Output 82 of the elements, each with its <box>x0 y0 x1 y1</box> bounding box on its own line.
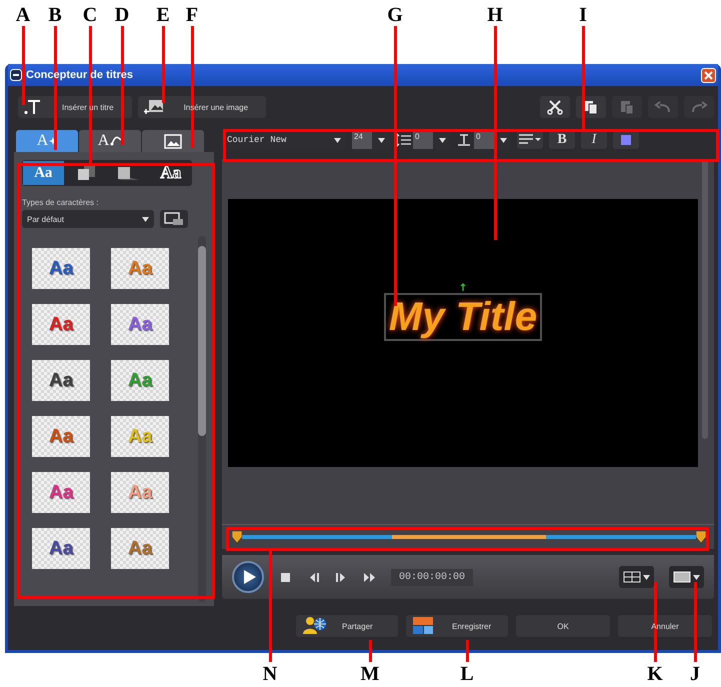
callout-letter: I <box>578 4 588 26</box>
stop-button[interactable] <box>279 570 292 584</box>
out-marker-icon <box>696 531 706 543</box>
copy-icon <box>582 99 600 115</box>
horizontal-scrollbar[interactable] <box>222 515 714 525</box>
app-icon <box>10 69 22 81</box>
vertical-scrollbar[interactable] <box>702 159 708 439</box>
scissors-icon <box>546 99 564 115</box>
save-button[interactable]: Enregistrer <box>406 615 508 637</box>
person-globe-icon <box>302 616 326 636</box>
font-type-dropdown[interactable]: Par défaut <box>22 210 154 228</box>
screen-icon <box>673 571 691 583</box>
callout-letter: M <box>360 663 380 685</box>
cut-button[interactable] <box>540 96 570 118</box>
dialog-button[interactable]: OK <box>516 615 610 637</box>
fast-forward-icon <box>363 570 376 584</box>
stop-icon <box>279 570 292 584</box>
preview-button[interactable] <box>160 210 188 228</box>
layout-dropdown-button[interactable] <box>619 566 654 588</box>
redo-arrow-icon <box>690 99 708 115</box>
font-types-label: Types de caractères : <box>22 198 100 207</box>
undo-arrow-icon <box>654 99 672 115</box>
curve-icon <box>110 136 122 146</box>
text-style-preset[interactable]: Aa <box>111 304 169 345</box>
callout-letter: J <box>689 663 701 685</box>
caret-icon <box>693 574 700 580</box>
caret-icon <box>500 138 507 142</box>
display-dropdown-button[interactable] <box>669 566 704 588</box>
caret-icon <box>142 216 149 222</box>
close-button[interactable] <box>701 68 716 82</box>
caret-icon <box>439 138 446 142</box>
play-button[interactable] <box>232 561 264 593</box>
image-icon <box>144 99 164 115</box>
text-icon <box>24 99 42 115</box>
callout-letter: H <box>486 4 504 26</box>
callout-letter: D <box>114 4 130 26</box>
caret-icon <box>334 138 341 142</box>
windows-panel-icon <box>412 616 436 636</box>
callout-letter: E <box>155 4 171 26</box>
play-icon <box>244 570 256 584</box>
leader-line <box>369 640 372 662</box>
text-style-preset[interactable]: Aa <box>32 248 90 289</box>
title-text[interactable]: My Title <box>384 293 542 341</box>
align-icon <box>519 134 541 146</box>
copy-button[interactable] <box>576 96 606 118</box>
picture-frame-icon <box>163 134 183 148</box>
grid-layout-icon <box>623 571 641 583</box>
callout-letter: K <box>646 663 664 685</box>
callout-letter: N <box>262 663 278 685</box>
square-shadow-icon <box>116 165 140 181</box>
text-style-preset[interactable]: Aa <box>32 472 90 513</box>
caret-icon <box>378 138 385 142</box>
window-icon <box>164 212 184 226</box>
callout-letter: F <box>184 4 200 26</box>
share-button[interactable]: Partager <box>296 615 398 637</box>
in-marker-icon <box>232 531 242 543</box>
layers-icon <box>76 165 96 181</box>
close-icon <box>704 70 713 80</box>
character-tab[interactable]: A <box>16 130 78 152</box>
leader-line <box>466 640 469 662</box>
kerning-icon <box>456 133 472 147</box>
scroll-thumb[interactable] <box>198 246 206 436</box>
callout-letter: G <box>386 4 404 26</box>
callout-letter: C <box>82 4 98 26</box>
color-button[interactable] <box>613 131 639 149</box>
timecode-display: 00:00:00:00 <box>391 568 474 586</box>
vertical-scrollbar[interactable] <box>198 236 206 602</box>
text-style-preset[interactable]: Aa <box>32 360 90 401</box>
bold-button[interactable]: B <box>549 131 575 149</box>
text-style-preset[interactable]: Aa <box>32 416 90 457</box>
callout-letter: L <box>459 663 475 685</box>
motion-tab[interactable]: A <box>79 130 141 152</box>
text-style-preset[interactable]: Aa <box>32 528 90 569</box>
callout-letter: A <box>14 4 32 26</box>
line-spacing-icon <box>395 133 411 147</box>
rotate-handle-icon <box>460 283 466 291</box>
fast-forward-button[interactable] <box>363 570 376 584</box>
caret-icon <box>643 574 650 580</box>
text-style-preset[interactable]: Aa <box>32 304 90 345</box>
callout-letter: B <box>47 4 63 26</box>
italic-button[interactable]: I <box>581 131 607 149</box>
align-button[interactable] <box>517 131 543 149</box>
